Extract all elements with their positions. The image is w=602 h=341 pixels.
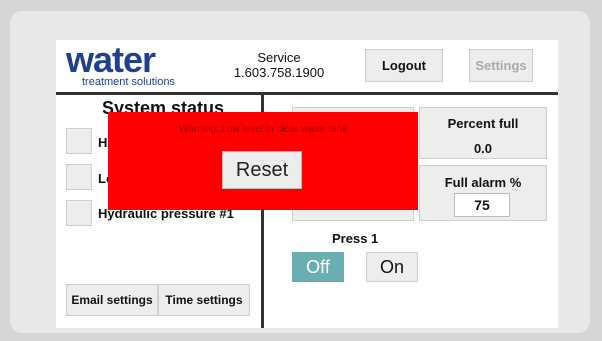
full-alarm-input[interactable] <box>454 193 510 217</box>
percent-full-value: 0.0 <box>473 141 493 156</box>
email-settings-button[interactable]: Email settings <box>66 284 158 316</box>
status-indicator-2 <box>66 164 92 190</box>
status-indicator-3 <box>66 200 92 226</box>
status-label-1: H <box>98 135 108 150</box>
header-divider <box>56 92 558 95</box>
hmi-screen: water treatment solutions Service 1.603.… <box>56 40 558 328</box>
logo-wordmark: water <box>66 40 156 80</box>
status-indicator-1 <box>66 128 92 154</box>
percent-full-panel: Percent full 0.0 <box>419 107 547 159</box>
service-info: Service 1.603.758.1900 <box>224 50 334 80</box>
press-on-button[interactable]: On <box>366 252 418 282</box>
warning-alert: Warning: Low level in clear water tank R… <box>108 112 418 210</box>
press-off-button[interactable]: Off <box>292 252 344 282</box>
full-alarm-label: Full alarm % <box>444 175 522 190</box>
percent-full-label: Percent full <box>447 116 519 131</box>
press-1-label: Press 1 <box>332 231 379 246</box>
header-bar: water treatment solutions Service 1.603.… <box>56 40 558 92</box>
logout-button[interactable]: Logout <box>365 49 443 82</box>
time-settings-button[interactable]: Time settings <box>158 284 250 316</box>
reset-button[interactable]: Reset <box>222 151 302 189</box>
logo-tagline: treatment solutions <box>82 76 175 88</box>
settings-button[interactable]: Settings <box>469 49 533 82</box>
warning-message: Warning: Low level in clear water tank <box>178 124 348 135</box>
service-phone: 1.603.758.1900 <box>233 65 325 80</box>
service-label: Service <box>257 50 301 65</box>
